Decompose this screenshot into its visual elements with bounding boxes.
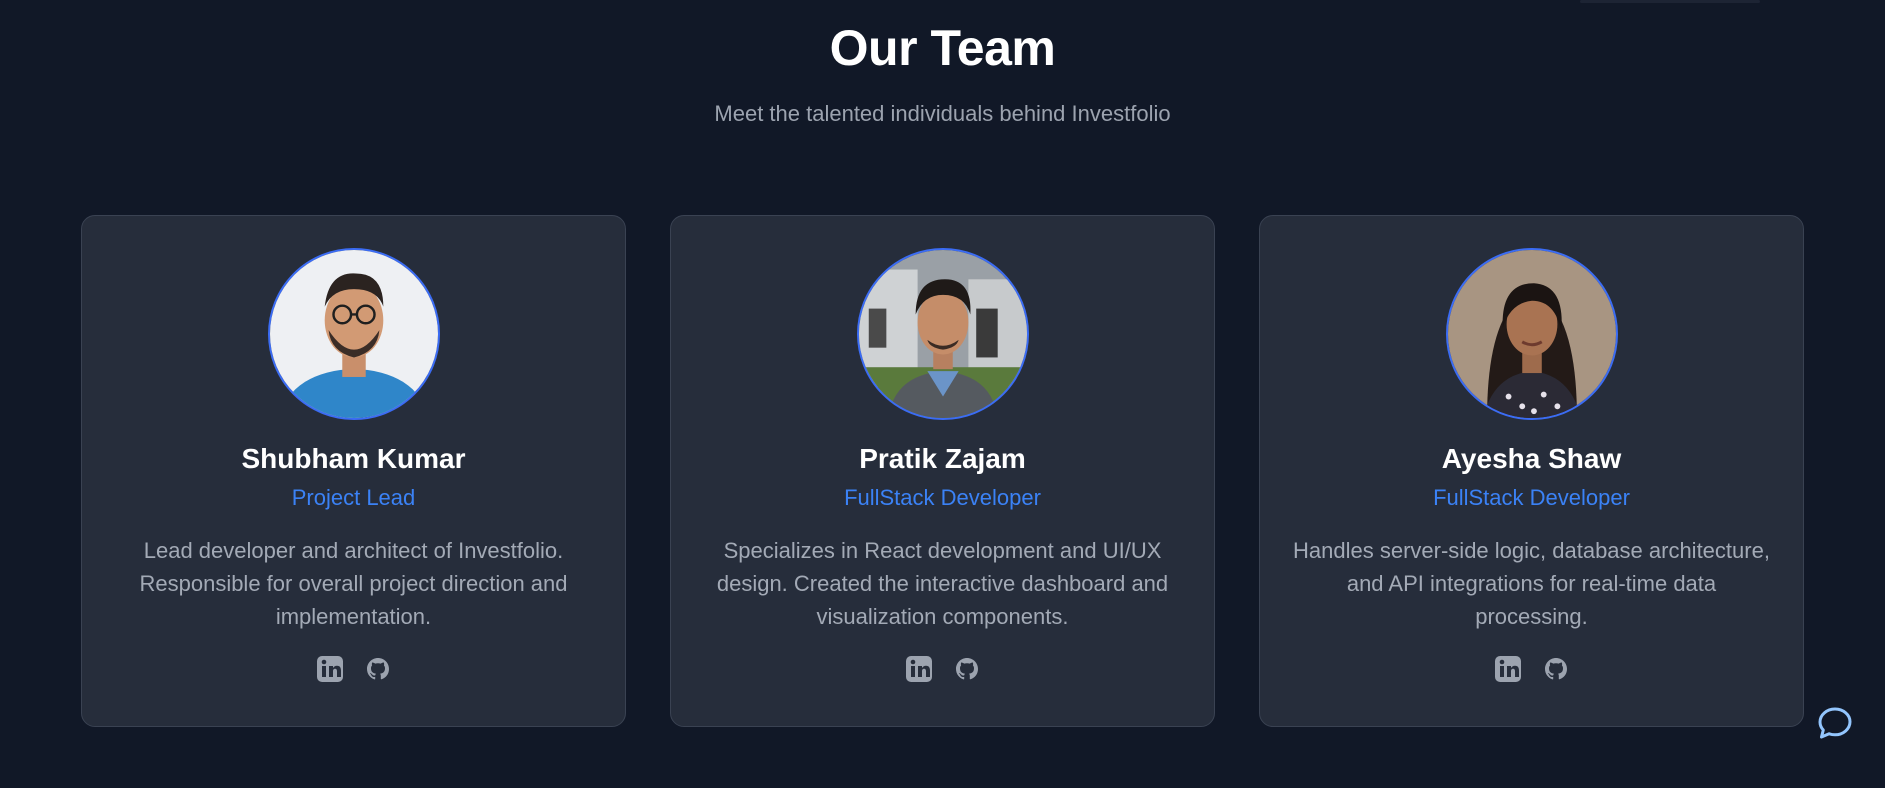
- member-role: FullStack Developer: [844, 485, 1041, 510]
- linkedin-icon[interactable]: [316, 655, 344, 683]
- github-icon[interactable]: [364, 655, 392, 683]
- avatar: [267, 248, 440, 420]
- member-name: Shubham Kumar: [241, 443, 466, 474]
- linkedin-icon[interactable]: [1494, 655, 1522, 683]
- member-name: Pratik Zajam: [859, 443, 1026, 474]
- team-page: Our Team Meet the talented individuals b…: [0, 0, 1885, 788]
- member-name: Ayesha Shaw: [1441, 443, 1622, 474]
- github-icon[interactable]: [1542, 655, 1570, 683]
- avatar-photo-shubham: [269, 250, 438, 418]
- social-links: [1494, 655, 1570, 683]
- avatar-photo-ayesha: [1447, 250, 1616, 418]
- avatar: [856, 248, 1029, 420]
- linkedin-icon[interactable]: [905, 655, 933, 683]
- team-card-shubham: Shubham Kumar Project Lead Lead develope…: [81, 215, 626, 727]
- avatar-photo-pratik: [858, 250, 1027, 418]
- team-card-pratik: Pratik Zajam FullStack Developer Special…: [670, 215, 1215, 727]
- chat-bubble-icon[interactable]: [1815, 703, 1855, 743]
- member-bio: Specializes in React development and UI/…: [716, 538, 1169, 629]
- page-title: Our Team: [829, 20, 1056, 76]
- page-subtitle: Meet the talented individuals behind Inv…: [714, 101, 1171, 126]
- github-icon[interactable]: [953, 655, 981, 683]
- member-bio: Handles server-side logic, database arch…: [1293, 538, 1770, 629]
- social-links: [316, 655, 392, 683]
- member-bio: Lead developer and architect of Investfo…: [139, 538, 568, 629]
- team-cards: Shubham Kumar Project Lead Lead develope…: [81, 215, 1804, 727]
- member-role: FullStack Developer: [1433, 485, 1630, 510]
- team-card-ayesha: Ayesha Shaw FullStack Developer Handles …: [1259, 215, 1804, 727]
- team-header: Our Team Meet the talented individuals b…: [0, 0, 1885, 128]
- avatar: [1445, 248, 1618, 420]
- member-role: Project Lead: [291, 485, 416, 510]
- social-links: [905, 655, 981, 683]
